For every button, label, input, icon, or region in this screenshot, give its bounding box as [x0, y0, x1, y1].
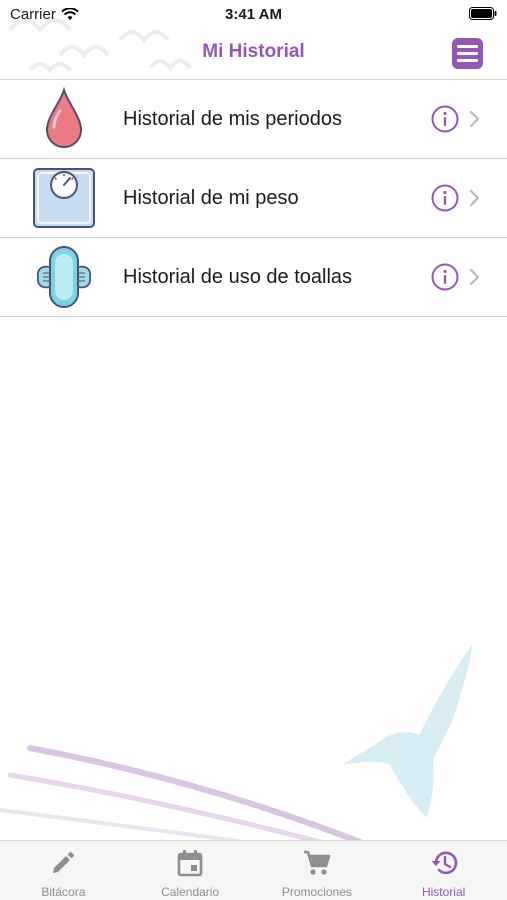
chevron-right-icon — [469, 268, 480, 286]
tab-calendario[interactable]: Calendario — [127, 841, 254, 900]
tab-bar: Bitácora Calendario Promociones Historia… — [0, 840, 507, 900]
app-screen: Carrier 3:41 AM Mi Historial Historial d… — [0, 0, 507, 900]
chevron-right-icon — [469, 189, 480, 207]
background-swoosh-decoration — [0, 745, 363, 845]
status-bar: Carrier 3:41 AM — [0, 0, 507, 28]
menu-icon — [457, 45, 478, 62]
tab-bitacora-label: Bitácora — [41, 885, 86, 899]
history-pads-label: Historial de uso de toallas — [123, 266, 353, 288]
tab-historial-label: Historial — [421, 885, 466, 899]
info-icon[interactable] — [431, 184, 459, 212]
history-list: Historial de mis periodos Historial de m… — [0, 80, 507, 317]
history-periods-label: Historial de mis periodos — [123, 108, 342, 130]
tab-promociones-label: Promociones — [281, 885, 352, 899]
history-weight-row[interactable]: Historial de mi peso — [0, 159, 507, 238]
clock: 3:41 AM — [225, 6, 282, 23]
blood-drop-icon — [45, 87, 83, 148]
calendar-icon — [177, 850, 203, 877]
info-icon[interactable] — [431, 263, 459, 291]
history-icon — [431, 851, 457, 875]
pencil-icon — [53, 852, 75, 873]
menu-button[interactable] — [452, 38, 483, 69]
battery-icon — [469, 7, 497, 20]
tab-historial[interactable]: Historial — [380, 841, 507, 900]
tab-promociones[interactable]: Promociones — [254, 841, 381, 900]
history-weight-label: Historial de mi peso — [123, 187, 299, 209]
history-pads-row[interactable]: Historial de uso de toallas — [0, 238, 507, 317]
cart-icon — [303, 850, 331, 875]
page-title: Mi Historial — [202, 41, 305, 62]
tab-bitacora[interactable]: Bitácora — [0, 841, 127, 900]
info-icon[interactable] — [431, 105, 459, 133]
tab-calendario-label: Calendario — [161, 885, 220, 899]
sanitary-pad-icon — [36, 246, 92, 308]
history-periods-row[interactable]: Historial de mis periodos — [0, 80, 507, 159]
navigation-bar: Mi Historial — [0, 28, 507, 80]
weight-scale-icon — [33, 168, 95, 228]
chevron-right-icon — [469, 110, 480, 128]
